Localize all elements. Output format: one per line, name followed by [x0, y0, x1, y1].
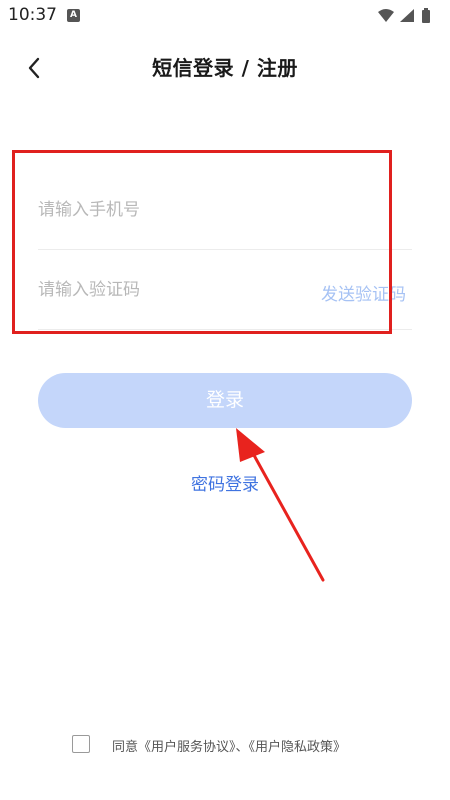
code-field-row: 发送验证码	[38, 250, 412, 330]
phone-input[interactable]	[38, 190, 298, 230]
signal-icon	[400, 9, 414, 22]
page-title: 短信登录 / 注册	[152, 56, 298, 80]
privacy-policy-link[interactable]: 《用户隐私政策》	[249, 740, 347, 755]
login-button[interactable]: 登录	[38, 373, 412, 428]
agreement-checkbox[interactable]	[72, 735, 90, 753]
status-indicators	[378, 8, 438, 24]
agreement-text: 同意《用户服务协议》、《用户隐私政策》	[112, 736, 346, 755]
sms-login-page: 10:37 A 短信登录 / 注册 请输入手机号 请输入验证码 发送验证码 登录…	[0, 0, 450, 800]
agreement-prefix: 同意	[112, 740, 139, 755]
user-agreement-link[interactable]: 《用户服务协议》	[138, 740, 236, 755]
verification-code-input[interactable]	[38, 270, 298, 310]
status-bar: 10:37 A	[0, 0, 450, 32]
code-divider	[38, 329, 412, 330]
battery-icon	[422, 8, 430, 23]
wifi-icon	[378, 9, 394, 22]
status-time: 10:37	[8, 5, 57, 25]
password-login-link[interactable]: 密码登录	[0, 470, 450, 495]
send-code-button[interactable]: 发送验证码	[321, 280, 406, 305]
agreement-separator: 、	[235, 740, 249, 755]
phone-field-row	[38, 170, 412, 250]
notification-icon: A	[67, 9, 80, 22]
